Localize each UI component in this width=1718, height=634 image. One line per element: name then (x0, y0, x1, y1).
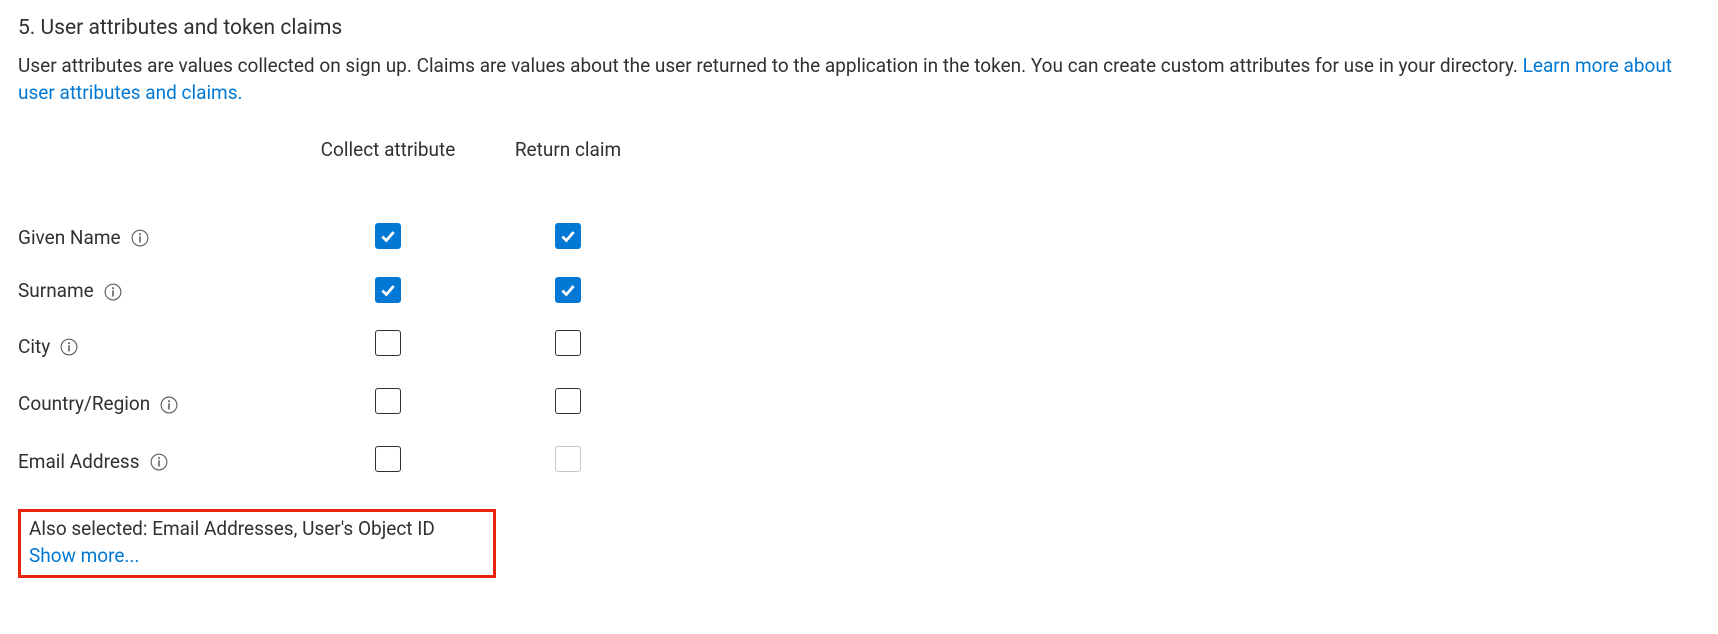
row-label: Given Name (18, 225, 149, 252)
info-icon[interactable] (131, 229, 149, 247)
attribute-name: Surname (18, 278, 94, 305)
column-header-name (18, 137, 288, 212)
table-row: Country/Region (18, 376, 648, 434)
row-label: Email Address (18, 449, 168, 476)
collect-attribute-checkbox[interactable] (375, 223, 401, 249)
attribute-name: Country/Region (18, 391, 150, 418)
attributes-table: Collect attribute Return claim Given Nam… (18, 137, 648, 492)
return-claim-checkbox[interactable] (555, 277, 581, 303)
collect-attribute-checkbox[interactable] (375, 330, 401, 356)
row-label: City (18, 334, 78, 361)
info-icon[interactable] (60, 338, 78, 356)
section-description: User attributes are values collected on … (18, 53, 1700, 106)
collect-attribute-checkbox[interactable] (375, 277, 401, 303)
table-row: City (18, 318, 648, 376)
row-label: Country/Region (18, 391, 178, 418)
table-row: Given Name (18, 211, 648, 265)
return-claim-checkbox[interactable] (555, 388, 581, 414)
row-label: Surname (18, 278, 122, 305)
table-row: Surname (18, 265, 648, 319)
info-icon[interactable] (160, 396, 178, 414)
attribute-name: Email Address (18, 449, 140, 476)
also-selected-text: Also selected: Email Addresses, User's O… (29, 516, 485, 543)
column-header-collect: Collect attribute (288, 137, 488, 212)
description-text: User attributes are values collected on … (18, 54, 1523, 77)
collect-attribute-checkbox[interactable] (375, 388, 401, 414)
return-claim-checkbox[interactable] (555, 223, 581, 249)
table-row: Email Address (18, 434, 648, 492)
show-more-link[interactable]: Show more... (29, 544, 139, 567)
attribute-name: City (18, 334, 50, 361)
also-selected-callout: Also selected: Email Addresses, User's O… (18, 509, 496, 578)
return-claim-checkbox (555, 446, 581, 472)
return-claim-checkbox[interactable] (555, 330, 581, 356)
section-title: 5. User attributes and token claims (18, 14, 1700, 43)
info-icon[interactable] (150, 453, 168, 471)
column-header-return: Return claim (488, 137, 648, 212)
collect-attribute-checkbox[interactable] (375, 446, 401, 472)
info-icon[interactable] (104, 283, 122, 301)
attribute-name: Given Name (18, 225, 121, 252)
